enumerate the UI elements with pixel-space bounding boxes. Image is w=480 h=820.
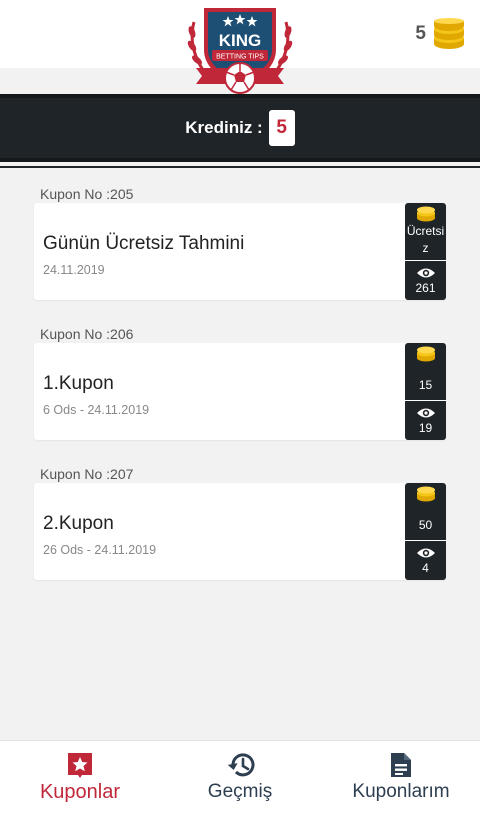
coupon-subtitle: 24.11.2019	[43, 263, 105, 277]
credit-value: 5	[268, 110, 295, 146]
credit-bar: Krediniz : 5	[0, 94, 480, 168]
nav-label: Kuponlar	[39, 781, 121, 803]
coin-count: 5	[415, 23, 426, 44]
coupon-card[interactable]: 1.Kupon 6 Ods - 24.11.2019 15 19	[34, 343, 446, 440]
credit-label: Krediniz :	[185, 118, 263, 137]
document-icon	[391, 753, 411, 777]
coupon-price: 15	[418, 378, 433, 392]
eye-icon	[416, 548, 435, 558]
coupon-views: 4	[422, 561, 429, 575]
coupon-price: 50	[418, 518, 433, 532]
coins-icon	[434, 18, 464, 49]
history-icon	[227, 753, 255, 777]
coin-counter[interactable]: 5	[415, 18, 466, 50]
coupon-subtitle: 6 Ods - 24.11.2019	[43, 403, 150, 417]
logo-title: KING	[219, 31, 262, 50]
coin-icon	[416, 486, 435, 502]
coupon-number: Kupon No :205	[40, 186, 134, 202]
ticket-star-icon	[68, 753, 92, 778]
coupon-title: 1.Kupon	[43, 373, 114, 394]
coupon-title: 2.Kupon	[43, 513, 114, 534]
logo-subtitle: BETTING TIPS	[216, 54, 264, 61]
coupon-card[interactable]: Günün Ücretsiz Tahmini 24.11.2019 Ücrets…	[34, 203, 446, 300]
coupon-price: Ücretsiz	[406, 224, 445, 255]
coupon-views: 19	[418, 421, 433, 435]
nav-label: Geçmiş	[207, 781, 273, 802]
coupon-title: Günün Ücretsiz Tahmini	[43, 233, 245, 254]
eye-icon	[416, 268, 435, 278]
coin-icon	[416, 346, 435, 362]
nav-tab-gecmis[interactable]: Geçmiş	[196, 751, 284, 803]
coupon-subtitle: 26 Ods - 24.11.2019	[43, 543, 157, 557]
nav-label: Kuponlarım	[352, 781, 450, 802]
coupon-views: 261	[415, 281, 436, 295]
coupon-card[interactable]: 2.Kupon 26 Ods - 24.11.2019 50 4	[34, 483, 446, 580]
coin-icon	[416, 206, 435, 222]
coupon-number: Kupon No :206	[40, 326, 134, 342]
coupon-stats: 15 19	[405, 343, 446, 440]
coupon-number: Kupon No :207	[40, 466, 134, 482]
eye-icon	[416, 408, 435, 418]
coupon-stats: 50 4	[405, 483, 446, 580]
nav-tab-kuponlar[interactable]: Kuponlar	[34, 751, 126, 804]
nav-tab-kuponlarim[interactable]: Kuponlarım	[346, 751, 456, 803]
bottom-navigation: Kuponlar Geçmiş Kuponlarım	[0, 740, 480, 820]
coupon-stats: Ücretsiz 261	[405, 203, 446, 300]
king-betting-tips-logo: KING BETTING TIPS	[184, 2, 296, 96]
